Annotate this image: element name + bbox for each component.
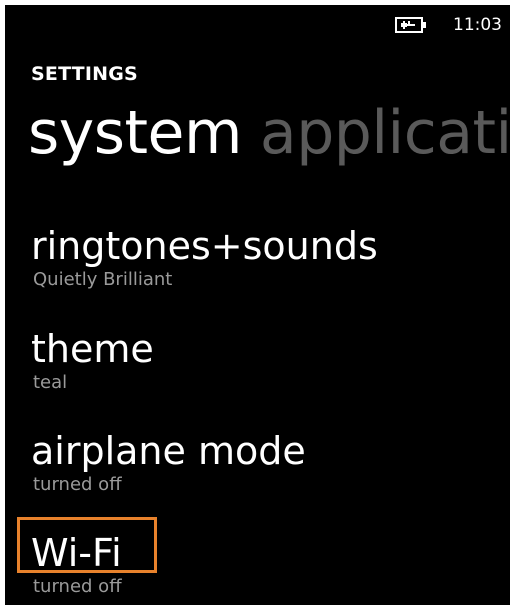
setting-title: ringtones+sounds: [31, 224, 378, 268]
setting-ringtones-sounds[interactable]: ringtones+sounds Quietly Brilliant: [31, 227, 378, 290]
setting-subtitle: teal: [33, 372, 68, 393]
pivot-tab-applications[interactable]: applications: [260, 103, 510, 163]
setting-title: airplane mode: [31, 429, 306, 473]
pivot-tab-system[interactable]: system: [28, 103, 242, 163]
status-time: 11:03: [453, 15, 502, 35]
app-header: SETTINGS: [31, 63, 138, 85]
setting-subtitle: Quietly Brilliant: [33, 269, 173, 290]
phone-screen: 11:03 SETTINGS system applications ringto…: [5, 5, 510, 605]
setting-theme[interactable]: theme teal: [31, 330, 154, 393]
pivot-header: system applications: [28, 103, 510, 163]
setting-subtitle: turned off: [33, 576, 122, 597]
status-bar: 11:03: [395, 13, 502, 37]
wifi-highlight-box: [17, 517, 157, 573]
setting-airplane-mode[interactable]: airplane mode turned off: [31, 432, 306, 495]
setting-title: theme: [31, 327, 154, 371]
setting-subtitle: turned off: [33, 474, 122, 495]
battery-charging-icon: [395, 17, 426, 33]
